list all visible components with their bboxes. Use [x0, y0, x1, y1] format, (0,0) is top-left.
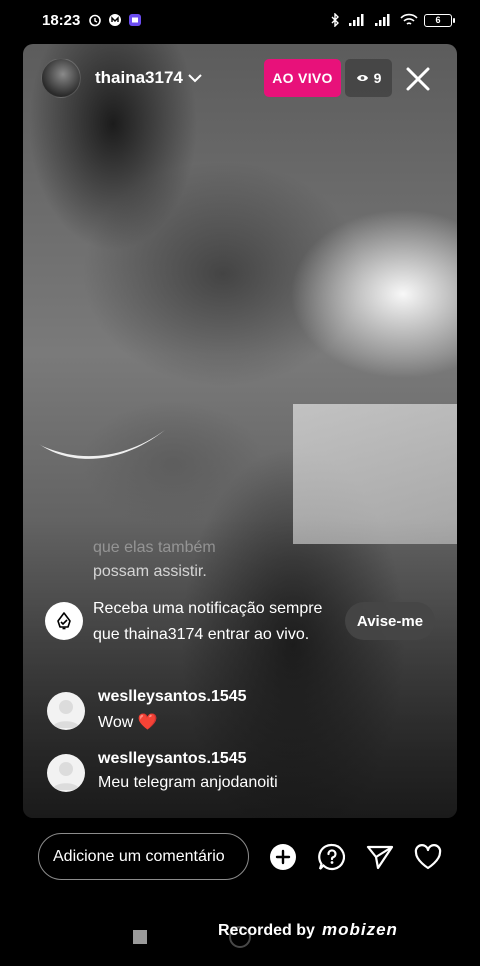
- comment-username[interactable]: weslleysantos.1545: [98, 750, 247, 768]
- comment-text: Meu telegram anjodanoiti: [98, 774, 278, 791]
- caption-line-2: possam assistir.: [93, 563, 207, 580]
- comment-username[interactable]: weslleysantos.1545: [98, 688, 247, 706]
- caption-line-1: que elas também: [93, 539, 216, 556]
- close-icon[interactable]: [405, 66, 431, 92]
- comment-body: Wow: [98, 714, 134, 731]
- faded-caption: que elas também possam assistir.: [93, 536, 216, 584]
- alarm-icon: [89, 14, 102, 27]
- battery-level: 6: [435, 15, 441, 25]
- battery-indicator: 6: [424, 13, 455, 27]
- commenter-avatar[interactable]: [47, 754, 85, 792]
- comment-input[interactable]: [38, 833, 249, 880]
- status-right-icons: 6: [328, 13, 455, 27]
- viewer-count-badge[interactable]: 9: [345, 59, 392, 97]
- add-circle-icon[interactable]: [268, 842, 298, 872]
- swoosh-logo: [39, 430, 165, 459]
- heart-emoji: ❤️: [137, 714, 158, 731]
- signal-icon-2: [375, 14, 390, 26]
- wifi-icon: [400, 13, 418, 25]
- send-icon[interactable]: [365, 842, 395, 872]
- notification-text: Receba uma notificação sempre que thaina…: [93, 600, 323, 643]
- heart-icon[interactable]: [413, 842, 443, 872]
- app-notification-icon: [109, 14, 122, 26]
- signal-icon: [349, 14, 364, 26]
- live-header: thaina3174 AO VIVO 9: [23, 44, 457, 114]
- bluetooth-icon: [331, 13, 339, 27]
- commenter-avatar[interactable]: [47, 692, 85, 730]
- host-avatar[interactable]: [41, 58, 81, 98]
- status-left-icons: [88, 13, 142, 27]
- status-bar: 18:23 6: [0, 0, 480, 40]
- recorder-watermark: Recorded by: [218, 922, 315, 939]
- eye-icon: [356, 75, 368, 81]
- comment-text: Wow ❤️: [98, 712, 158, 732]
- bell-icon: [57, 612, 71, 630]
- status-time: 18:23: [42, 11, 81, 29]
- question-icon[interactable]: [317, 842, 347, 872]
- default-avatar-icon: [52, 700, 80, 728]
- viewer-count: 9: [373, 70, 382, 86]
- nav-recents-button[interactable]: [133, 930, 147, 944]
- comment-item: weslleysantos.1545 Wow ❤️: [47, 688, 427, 732]
- recorder-logo: mobizen: [322, 920, 398, 939]
- chevron-down-icon[interactable]: [187, 70, 203, 86]
- notify-me-button[interactable]: Avise-me: [345, 602, 435, 640]
- live-video[interactable]: thaina3174 AO VIVO 9 que elas também pos…: [23, 44, 457, 818]
- default-avatar-icon: [52, 762, 80, 790]
- screen-recorder-icon: [129, 14, 142, 26]
- comment-item: weslleysantos.1545 Meu telegram anjodano…: [47, 750, 427, 794]
- bell-icon-circle: [45, 602, 83, 640]
- live-badge: AO VIVO: [264, 59, 341, 97]
- host-username[interactable]: thaina3174: [95, 68, 183, 88]
